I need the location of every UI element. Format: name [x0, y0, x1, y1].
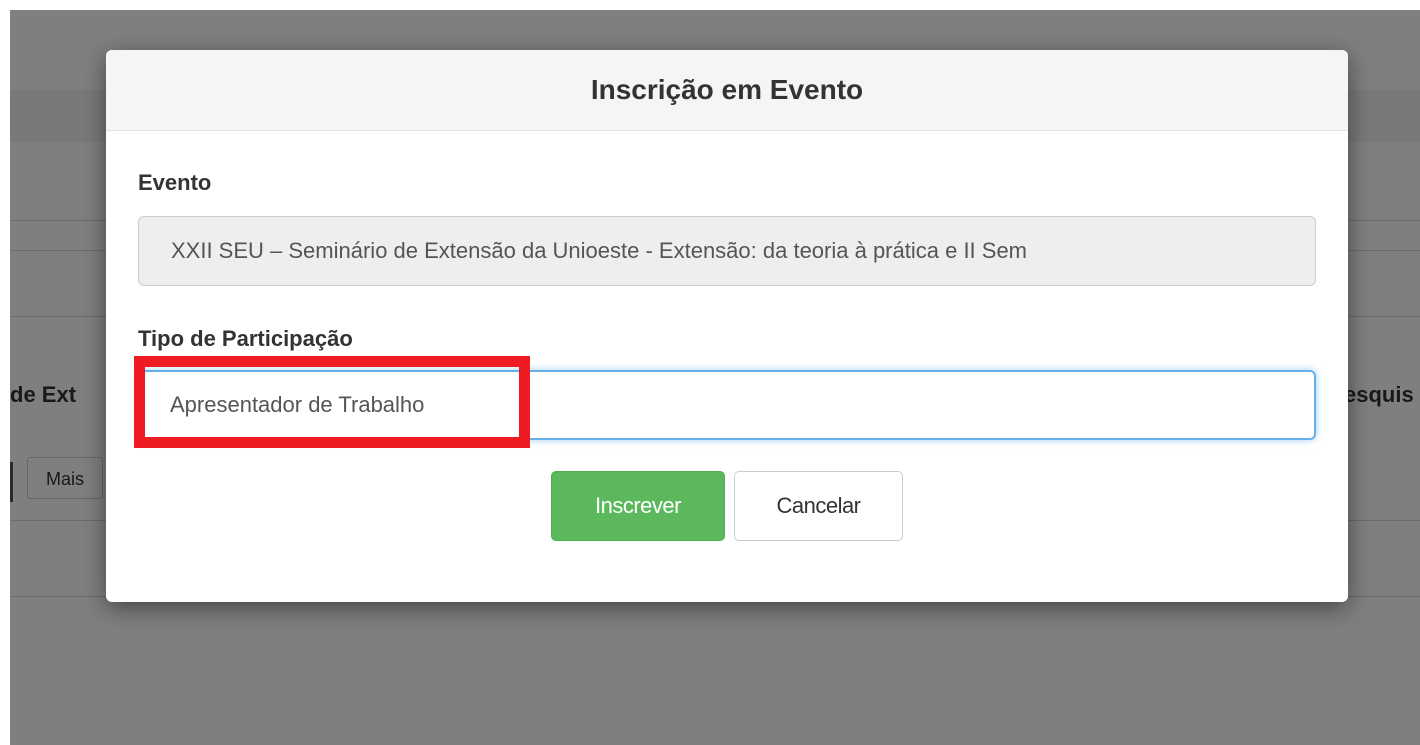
evento-field: XXII SEU – Seminário de Extensão da Unio…: [138, 216, 1316, 286]
evento-label: Evento: [138, 170, 212, 195]
modal-header: Inscrição em Evento: [106, 50, 1348, 131]
modal-title: Inscrição em Evento: [590, 74, 864, 105]
tipo-participacao-label: Tipo de Participação: [138, 326, 353, 351]
inscrever-button[interactable]: Inscrever: [551, 471, 725, 541]
event-registration-modal: Inscrição em Evento Evento XXII SEU – Se…: [106, 50, 1348, 602]
cancelar-button[interactable]: Cancelar: [734, 471, 903, 541]
tipo-participacao-field[interactable]: Apresentador de Trabalho: [138, 370, 1316, 440]
